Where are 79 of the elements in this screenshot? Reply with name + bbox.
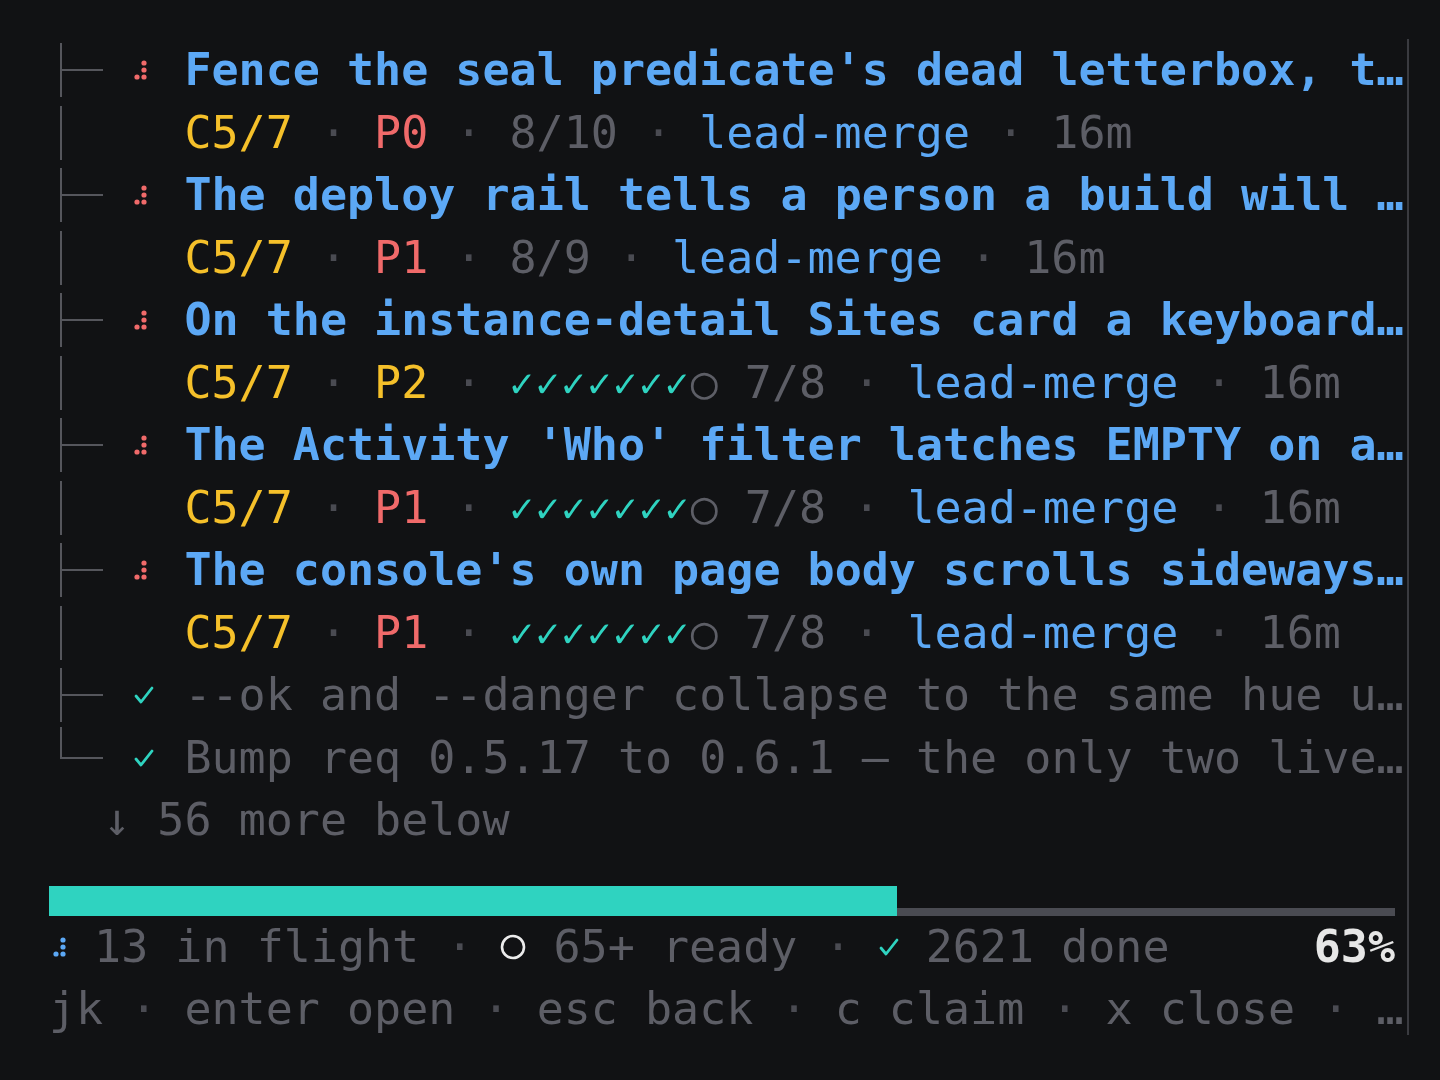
owner-label: lead-merge [907, 479, 1179, 536]
item-title[interactable]: The Activity 'Who' filter latches EMPTY on a… [184, 414, 1404, 477]
key-hint: x close [1105, 981, 1296, 1035]
separator: · [616, 229, 646, 286]
spinner-icon [53, 936, 67, 957]
cycle-label: C5/7 [184, 479, 293, 536]
separator: · [969, 229, 999, 286]
separator: · [852, 604, 882, 661]
done-count: 2621 done [925, 918, 1170, 975]
item-title[interactable]: On the instance-detail Sites card a keyboard… [184, 289, 1404, 352]
priority-label: P2 [374, 354, 429, 411]
cycle-label: C5/7 [184, 229, 293, 286]
item-title[interactable]: The console's own page body scrolls sideways… [184, 539, 1404, 602]
separator: · [481, 981, 511, 1035]
separator: · [1204, 604, 1234, 661]
separator: · [779, 981, 809, 1035]
cycle-label: C5/7 [184, 604, 293, 661]
separator: · [445, 918, 475, 975]
separator: · [852, 354, 882, 411]
separator: · [852, 479, 882, 536]
age-label: 16m [1024, 229, 1106, 286]
more-below-text: ↓ 56 more below [102, 792, 511, 848]
key-hint: esc back [536, 981, 754, 1035]
check-icon [878, 936, 899, 957]
separator: · [318, 229, 348, 286]
checklist-open: ○ [690, 479, 718, 536]
separator: · [318, 604, 348, 661]
check-icon [133, 747, 154, 768]
ready-count: 65+ ready [553, 918, 798, 975]
age-label: 16m [1259, 479, 1341, 536]
item-title[interactable]: The deploy rail tells a person a build will … [184, 164, 1404, 227]
age-label: 16m [1051, 104, 1133, 161]
progress-count: 7/8 [744, 604, 827, 661]
separator: · [996, 104, 1026, 161]
separator: · [1204, 479, 1234, 536]
separator: · [318, 104, 348, 161]
separator: · [454, 229, 484, 286]
check-icon [133, 685, 154, 706]
separator: · [1321, 981, 1351, 1035]
key-hint: enter open [184, 981, 456, 1035]
separator: · [318, 354, 348, 411]
owner-label: lead-merge [907, 354, 1179, 411]
priority-label: P1 [374, 604, 429, 661]
separator: · [318, 479, 348, 536]
percent-label: 63% [1313, 918, 1395, 975]
owner-label: lead-merge [672, 229, 943, 286]
checklist-open: ○ [690, 604, 718, 661]
checklist-done: ✓✓✓✓✓✓✓ [509, 483, 691, 533]
in-flight-count: 13 in flight [94, 918, 420, 975]
separator: · [454, 604, 484, 661]
item-title[interactable]: Fence the seal predicate's dead letterbox, t… [184, 39, 1404, 102]
separator: · [454, 354, 484, 411]
separator: · [823, 918, 853, 975]
cycle-label: C5/7 [184, 354, 293, 411]
separator: · [129, 981, 159, 1035]
separator: · [1050, 981, 1080, 1035]
separator: · [643, 104, 674, 161]
owner-label: lead-merge [699, 104, 971, 161]
progress-count: 8/9 [509, 229, 591, 286]
progress-count: 8/10 [509, 104, 618, 161]
progress-count: 7/8 [744, 479, 827, 536]
age-label: 16m [1259, 354, 1341, 411]
separator: · [1204, 354, 1234, 411]
cycle-label: C5/7 [184, 104, 293, 161]
checklist-done: ✓✓✓✓✓✓✓ [509, 358, 691, 408]
key-hint: jk [49, 981, 104, 1035]
checklist-open: ○ [690, 354, 718, 411]
progress-count: 7/8 [744, 354, 827, 411]
key-hint: c claim [834, 981, 1025, 1035]
priority-label: P1 [374, 229, 429, 286]
priority-label: P0 [374, 104, 429, 161]
priority-label: P1 [374, 479, 429, 536]
age-label: 16m [1259, 604, 1341, 661]
separator: · [454, 104, 484, 161]
checklist-done: ✓✓✓✓✓✓✓ [509, 608, 691, 658]
separator: · [454, 479, 484, 536]
circle-icon [500, 933, 527, 960]
key-hint: … [1376, 981, 1404, 1035]
owner-label: lead-merge [907, 604, 1179, 661]
